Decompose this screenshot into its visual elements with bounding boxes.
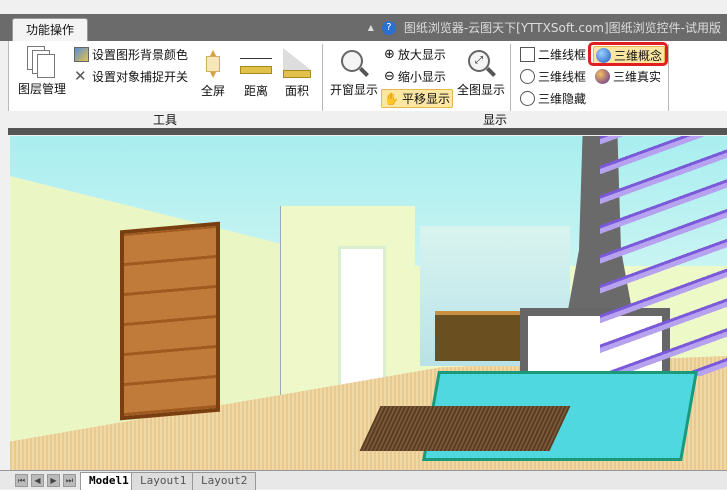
layers-button[interactable]: 图层管理 [18,46,66,97]
window-title: 图纸浏览器-云图天下[YTTXSoft.com]图纸浏览控件-试用版 [403,21,721,35]
coffee-table [359,406,571,451]
tab-model1[interactable]: Model1 [80,472,138,490]
area-button[interactable]: 面积 [283,48,311,99]
distance-label: 距离 [243,84,268,98]
help-icon[interactable]: ? [381,21,396,35]
doorway [338,246,386,396]
realistic-3d-button[interactable]: 三维真实 [595,68,661,85]
pan-hand-icon: ✋ [384,91,399,106]
window-zoom-label: 开窗显示 [330,83,379,97]
wireframe-2d-label: 二维线框 [538,48,587,62]
first-tab-button[interactable]: ⏮ [15,474,28,487]
zoom-all-label: 全图显示 [457,83,506,97]
snap-cross-icon: ✕ [74,67,87,85]
zoom-out-icon: ⊖ [384,69,395,84]
hidden-3d-label: 三维隐藏 [538,92,587,106]
tab-function-operations[interactable]: 功能操作 [12,18,88,41]
group-labels: 工具 显示 [8,111,727,128]
zoom-extents-icon: ⤢ [466,48,496,78]
pan-button[interactable]: ✋ 平移显示 [381,89,453,108]
zoom-in-icon: ⊕ [384,47,395,62]
ruler-distance-icon [240,52,272,78]
realistic-3d-label: 三维真实 [613,70,662,84]
snap-label: 设置对象捕捉开关 [92,70,189,84]
area-icon [283,48,311,78]
paint-bucket-icon [74,47,89,62]
wireframe-sphere-icon [520,69,535,84]
bg-color-button[interactable]: 设置图形背景颜色 [74,46,188,63]
zoom-in-label: 放大显示 [397,48,446,62]
pan-label: 平移显示 [401,92,450,106]
drawing-viewport[interactable] [10,136,727,470]
window-title-area: ▲ ? 图纸浏览器-云图天下[YTTXSoft.com]图纸浏览控件-试用版 [368,18,721,38]
realistic-sphere-icon [595,69,610,84]
last-tab-button[interactable]: ⏭ [63,474,76,487]
zoom-out-label: 缩小显示 [397,70,446,84]
prev-tab-button[interactable]: ◀ [31,474,44,487]
selected-highlight [588,42,668,66]
wireframe-2d-button[interactable]: 二维线框 [520,46,590,63]
layout-tab-bar: ⏮ ◀ ▶ ⏭ Model1 Layout1 Layout2 [0,470,727,490]
snap-toggle-button[interactable]: ✕ 设置对象捕捉开关 [74,68,188,85]
layers-icon [27,46,57,78]
zoom-out-button[interactable]: ⊖ 缩小显示 [384,68,446,85]
wireframe-3d-label: 三维线框 [538,70,587,84]
layers-label: 图层管理 [18,82,67,96]
next-tab-button[interactable]: ▶ [47,474,60,487]
fullscreen-icon: ▲ ▼ [200,48,226,79]
collapse-ribbon-icon[interactable]: ▲ [368,18,374,38]
wireframe-3d-button[interactable]: 三维线框 [520,68,586,85]
wireframe-2d-icon [520,47,535,62]
tools-group-label: 工具 [152,113,177,127]
tab-layout1[interactable]: Layout1 [131,472,196,490]
tab-layout2[interactable]: Layout2 [192,472,257,490]
zoom-all-button[interactable]: ⤢ 全图显示 [457,48,505,98]
display-group-label: 显示 [482,113,507,127]
hidden-sphere-icon [520,91,535,106]
bg-color-label: 设置图形背景颜色 [92,48,189,62]
fullscreen-button[interactable]: ▲ ▼ 全屏 [200,48,226,99]
hidden-3d-button[interactable]: 三维隐藏 [520,90,586,107]
magnifier-window-icon [339,48,369,78]
window-zoom-button[interactable]: 开窗显示 [330,48,378,98]
zoom-in-button[interactable]: ⊕ 放大显示 [384,46,446,63]
bookshelf [120,221,220,421]
distance-button[interactable]: 距离 [240,52,272,99]
spiral-stair [600,136,727,376]
area-label: 面积 [284,84,309,98]
fullscreen-label: 全屏 [200,84,225,98]
viewport-frame [8,128,727,135]
